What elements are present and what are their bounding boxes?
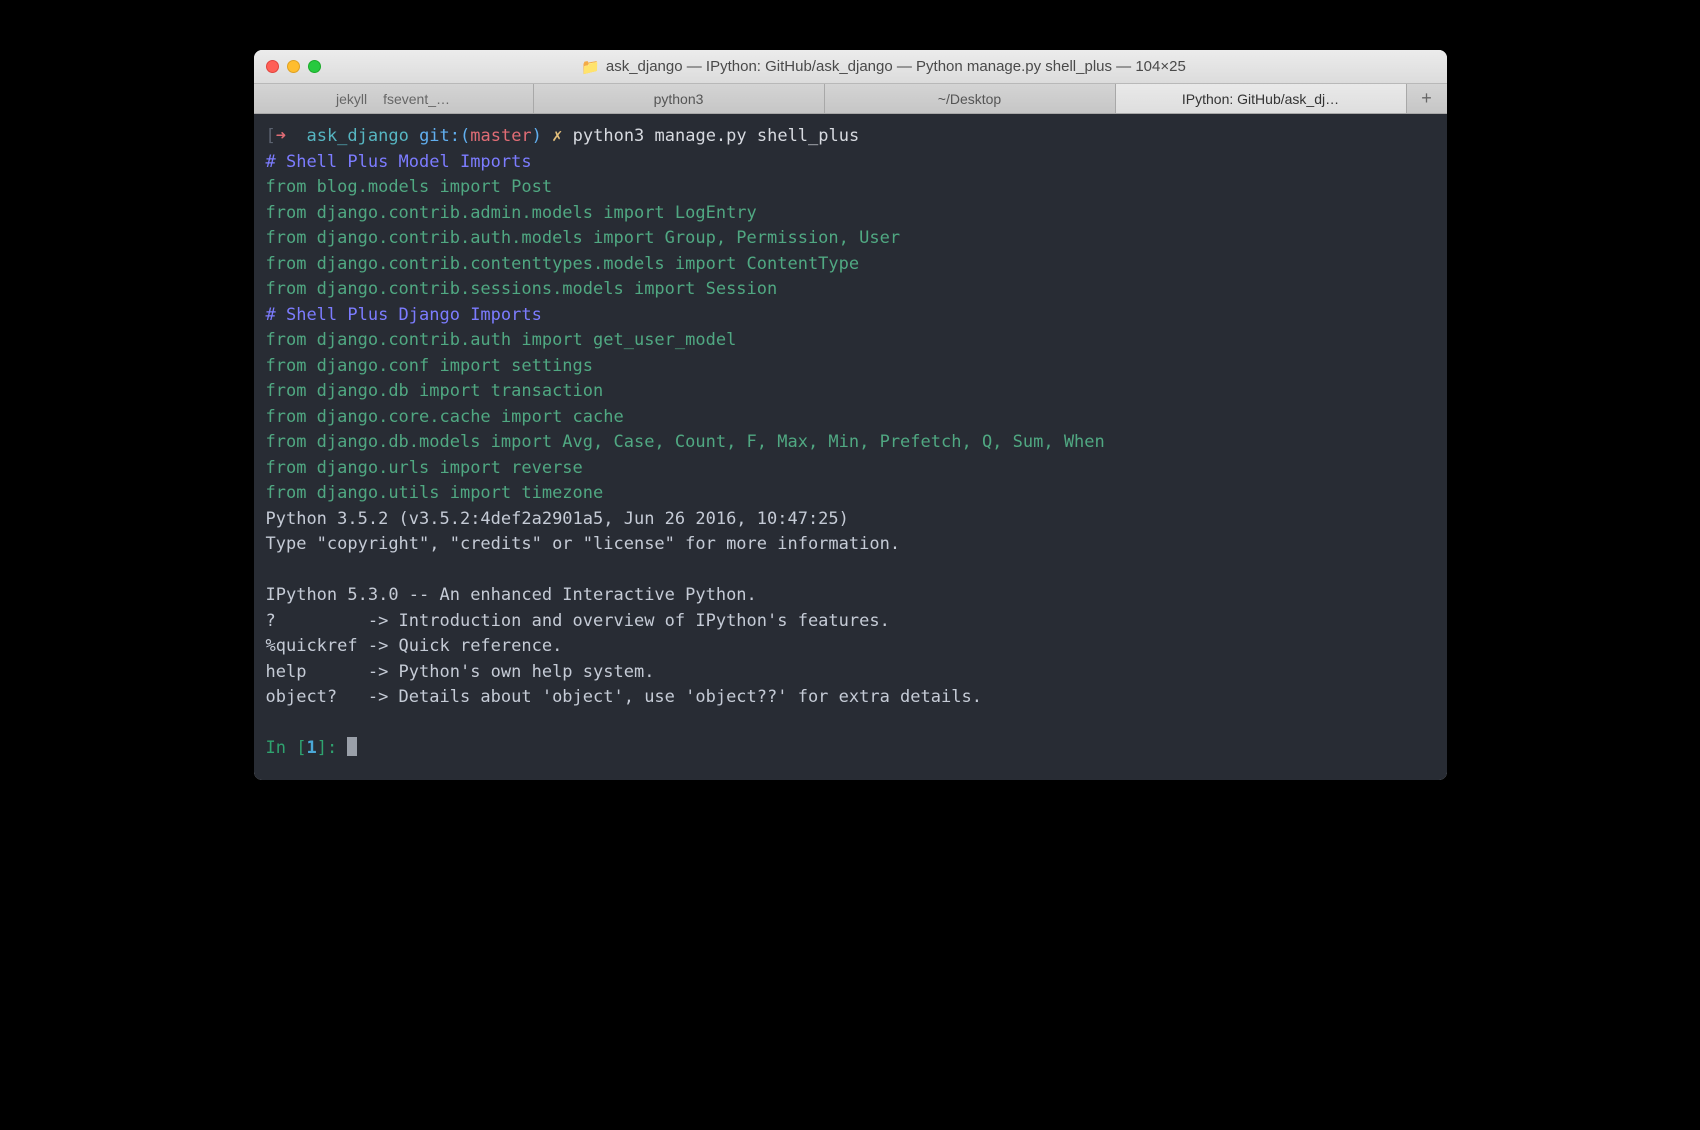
ipy-prompt-in: In [: [266, 738, 307, 758]
line-import: from django.contrib.auth import get_user…: [266, 330, 737, 350]
line-comment-1: # Shell Plus Model Imports: [266, 152, 532, 172]
new-tab-button[interactable]: +: [1407, 84, 1447, 113]
minimize-icon[interactable]: [287, 60, 300, 73]
line-import: from django.utils import timezone: [266, 483, 604, 503]
window-title-wrap: 📁 ask_django — IPython: GitHub/ask_djang…: [333, 58, 1435, 76]
line-import: from django.db import transaction: [266, 381, 604, 401]
tab-python3[interactable]: python3: [534, 84, 825, 113]
zoom-icon[interactable]: [308, 60, 321, 73]
line-import: from django.contrib.sessions.models impo…: [266, 279, 778, 299]
prompt-dirty: ✗: [542, 126, 562, 146]
line-ipython-ver: IPython 5.3.0 -- An enhanced Interactive…: [266, 585, 757, 605]
ipy-prompt-close: ]:: [317, 738, 348, 758]
tab-bar: jekyll fsevent_… python3 ~/Desktop IPyth…: [254, 84, 1447, 114]
line-import: from django.contrib.auth.models import G…: [266, 228, 901, 248]
line-help-q: ? -> Introduction and overview of IPytho…: [266, 611, 890, 631]
line-import: from django.core.cache import cache: [266, 407, 624, 427]
line-help-help: help -> Python's own help system.: [266, 662, 655, 682]
terminal-content[interactable]: [➜ ask_django git:(master) ✗ python3 man…: [254, 114, 1447, 780]
prompt-branch: master: [470, 126, 531, 146]
line-import: from blog.models import Post: [266, 177, 553, 197]
folder-icon: 📁: [581, 58, 600, 76]
prompt-command: python3 manage.py shell_plus: [562, 126, 859, 146]
line-python-version: Python 3.5.2 (v3.5.2:4def2a2901a5, Jun 2…: [266, 509, 849, 529]
line-import: from django.urls import reverse: [266, 458, 583, 478]
line-import: from django.conf import settings: [266, 356, 594, 376]
prompt-git-label: git:(: [409, 126, 470, 146]
tab-desktop[interactable]: ~/Desktop: [825, 84, 1116, 113]
window-title: ask_django — IPython: GitHub/ask_django …: [606, 58, 1186, 75]
line-import: from django.db.models import Avg, Case, …: [266, 432, 1105, 452]
cursor-icon: [347, 737, 357, 756]
traffic-lights: [266, 60, 321, 73]
terminal-window: 📁 ask_django — IPython: GitHub/ask_djang…: [254, 50, 1447, 780]
ipy-prompt-num: 1: [306, 738, 316, 758]
line-help-quickref: %quickref -> Quick reference.: [266, 636, 563, 656]
line-import: from django.contrib.contenttypes.models …: [266, 254, 860, 274]
prompt-arrow: ➜: [276, 126, 296, 146]
tab-jekyll-group[interactable]: jekyll fsevent_…: [254, 84, 534, 113]
tab-ipython-active[interactable]: IPython: GitHub/ask_dj…: [1116, 84, 1407, 113]
line-copyright: Type "copyright", "credits" or "license"…: [266, 534, 901, 554]
line-import: from django.contrib.admin.models import …: [266, 203, 757, 223]
titlebar[interactable]: 📁 ask_django — IPython: GitHub/ask_djang…: [254, 50, 1447, 84]
subtab-fsevent[interactable]: fsevent_…: [379, 91, 454, 107]
line-comment-2: # Shell Plus Django Imports: [266, 305, 542, 325]
prompt-bracket-open: [: [266, 126, 276, 146]
prompt-dir: ask_django: [296, 126, 409, 146]
subtab-jekyll[interactable]: jekyll: [332, 91, 371, 107]
close-icon[interactable]: [266, 60, 279, 73]
line-help-object: object? -> Details about 'object', use '…: [266, 687, 982, 707]
prompt-git-close: ): [532, 126, 542, 146]
